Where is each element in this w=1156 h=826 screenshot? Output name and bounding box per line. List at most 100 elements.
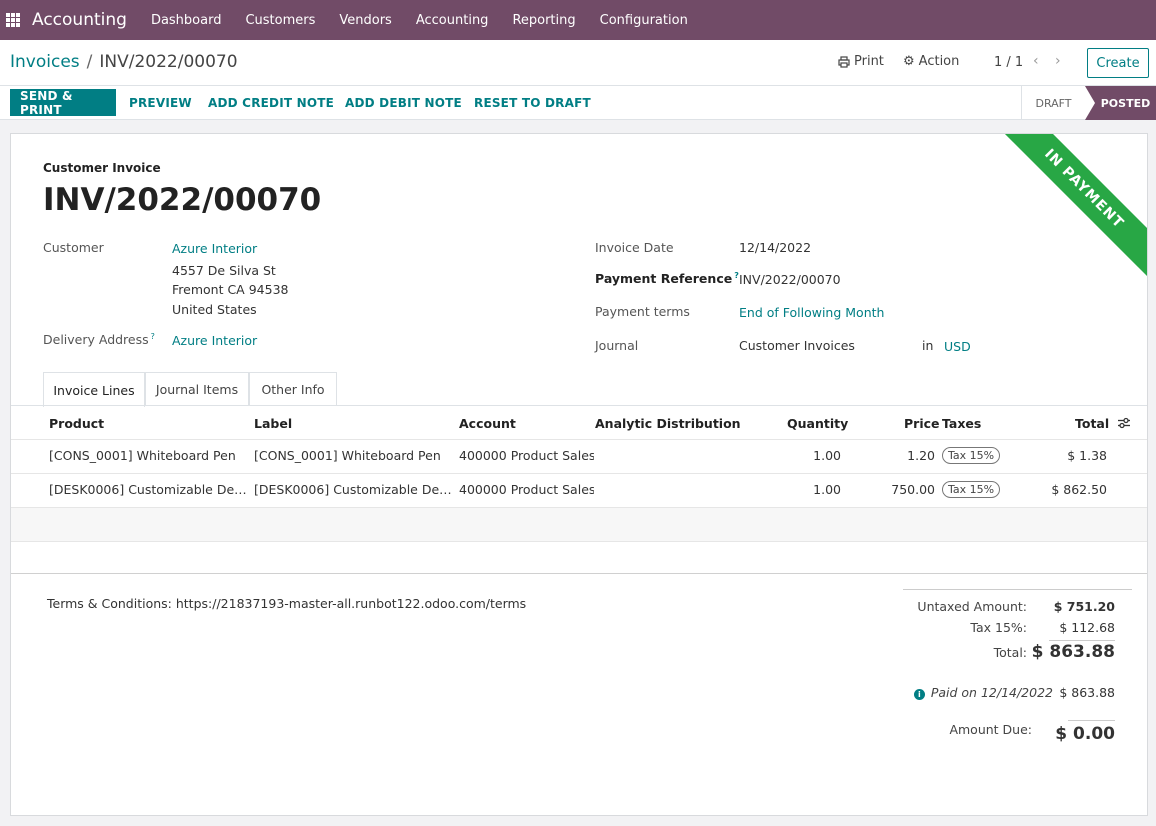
stage-posted[interactable]: POSTED [1085,86,1156,120]
col-price[interactable]: Price [904,416,940,431]
col-analytic[interactable]: Analytic Distribution [595,416,741,431]
terms-and-conditions[interactable]: Terms & Conditions: https://21837193-mas… [47,596,526,611]
delivery-address-label: Delivery Address? [43,332,155,347]
row-divider [11,473,1147,474]
line-account[interactable]: 400000 Product Sales [459,482,594,497]
info-icon[interactable]: i [913,689,925,700]
tax-amount-label: Tax 15%: [970,620,1027,635]
action-button[interactable]: ⚙ Action [903,54,959,69]
invoice-date-label: Invoice Date [595,240,674,255]
table-bottom-divider [11,573,1147,574]
totals-divider [903,589,1132,590]
line-quantity[interactable]: 1.00 [801,482,841,497]
line-label[interactable]: [DESK0006] Customizable Desk (Steel, Whi… [254,482,452,497]
payment-terms-link[interactable]: End of Following Month [739,305,884,320]
print-icon [838,55,850,68]
address-line-1: 4557 De Silva St [172,263,276,278]
tab-other-info[interactable]: Other Info [249,372,337,406]
top-navbar: Accounting Dashboard Customers Vendors A… [0,0,1156,40]
amount-due-label: Amount Due: [949,722,1032,737]
line-total: $ 862.50 [1051,482,1107,497]
breadcrumb: Invoices / INV/2022/00070 [10,52,238,72]
help-icon[interactable]: ? [151,332,155,341]
pager-next-icon[interactable]: › [1055,53,1061,69]
col-product[interactable]: Product [49,416,104,431]
line-quantity[interactable]: 1.00 [801,448,841,463]
add-credit-note-button[interactable]: ADD CREDIT NOTE [208,89,334,116]
gear-icon: ⚙ [903,54,915,69]
menu-dashboard[interactable]: Dashboard [139,13,234,28]
customer-label: Customer [43,240,104,255]
payment-reference-label-text: Payment Reference [595,271,733,287]
line-account[interactable]: 400000 Product Sales [459,448,594,463]
amount-due-divider [1068,720,1115,721]
send-print-button[interactable]: SEND & PRINT [10,89,116,117]
col-taxes[interactable]: Taxes [942,416,981,431]
line-label[interactable]: [CONS_0001] Whiteboard Pen [254,448,454,463]
invoice-sheet: IN PAYMENT Customer Invoice INV/2022/000… [10,133,1148,816]
stage-draft[interactable]: DRAFT [1021,86,1085,120]
delivery-address-label-text: Delivery Address [43,332,149,348]
invoice-number: INV/2022/00070 [43,182,322,218]
menu-reporting[interactable]: Reporting [500,13,587,28]
total-label: Total: [993,645,1027,660]
reset-to-draft-button[interactable]: RESET TO DRAFT [474,89,591,116]
tab-journal-items[interactable]: Journal Items [145,372,249,406]
optional-columns-icon[interactable] [1117,417,1131,429]
payment-terms-label: Payment terms [595,304,690,319]
line-product[interactable]: [CONS_0001] Whiteboard Pen [49,448,249,463]
status-bar: SEND & PRINT PREVIEW ADD CREDIT NOTE ADD… [0,86,1156,120]
currency-link[interactable]: USD [944,339,971,354]
pager-value[interactable]: 1 / 1 [994,55,1023,70]
col-label[interactable]: Label [254,416,292,431]
col-total[interactable]: Total [1075,416,1109,431]
print-label: Print [854,54,884,69]
breadcrumb-current: INV/2022/00070 [99,52,238,72]
untaxed-amount-value: $ 751.20 [1053,599,1115,614]
empty-row [11,508,1147,541]
app-title[interactable]: Accounting [32,10,127,30]
address-line-3: United States [172,302,257,317]
menu-accounting[interactable]: Accounting [404,13,501,28]
paid-on-label: i Paid on 12/14/2022 [871,685,1053,700]
customer-link[interactable]: Azure Interior [172,241,257,256]
breadcrumb-separator: / [86,52,93,72]
untaxed-amount-label: Untaxed Amount: [917,599,1027,614]
invoice-type-label: Customer Invoice [43,161,161,175]
header-divider [11,439,1147,440]
control-panel: Invoices / INV/2022/00070 Print ⚙ Action… [0,40,1156,86]
col-account[interactable]: Account [459,416,516,431]
currency-in-label: in [922,338,934,353]
paid-on-text: Paid on 12/14/2022 [930,685,1053,700]
journal-label: Journal [595,338,639,353]
tab-invoice-lines[interactable]: Invoice Lines [43,372,145,407]
apps-menu-icon[interactable] [6,13,20,27]
row-divider [11,541,1147,542]
tax-amount-value: $ 112.68 [1059,620,1115,635]
address-line-2: Fremont CA 94538 [172,282,289,297]
add-debit-note-button[interactable]: ADD DEBIT NOTE [345,89,462,116]
total-value: $ 863.88 [1031,642,1115,662]
journal-value[interactable]: Customer Invoices [739,338,855,353]
payment-reference-label: Payment Reference? [595,271,739,286]
payment-reference-value[interactable]: INV/2022/00070 [739,272,841,287]
paid-amount-value: $ 863.88 [1059,685,1115,700]
preview-button[interactable]: PREVIEW [129,89,192,116]
tax-badge: Tax 15% [942,447,1001,464]
tabs-divider [11,405,1147,406]
delivery-address-link[interactable]: Azure Interior [172,333,257,348]
line-price[interactable]: 750.00 [875,482,935,497]
menu-vendors[interactable]: Vendors [327,13,403,28]
line-price[interactable]: 1.20 [875,448,935,463]
total-divider [1049,640,1115,641]
menu-customers[interactable]: Customers [233,13,327,28]
print-button[interactable]: Print [838,54,884,69]
line-product[interactable]: [DESK0006] Customizable Desk (Steel, Whi… [49,482,247,497]
menu-configuration[interactable]: Configuration [588,13,700,28]
breadcrumb-invoices[interactable]: Invoices [10,52,80,72]
col-quantity[interactable]: Quantity [787,416,848,431]
pager-prev-icon[interactable]: ‹ [1033,53,1039,69]
invoice-date-value[interactable]: 12/14/2022 [739,240,811,255]
create-button[interactable]: Create [1087,48,1149,78]
amount-due-value: $ 0.00 [1055,724,1115,744]
